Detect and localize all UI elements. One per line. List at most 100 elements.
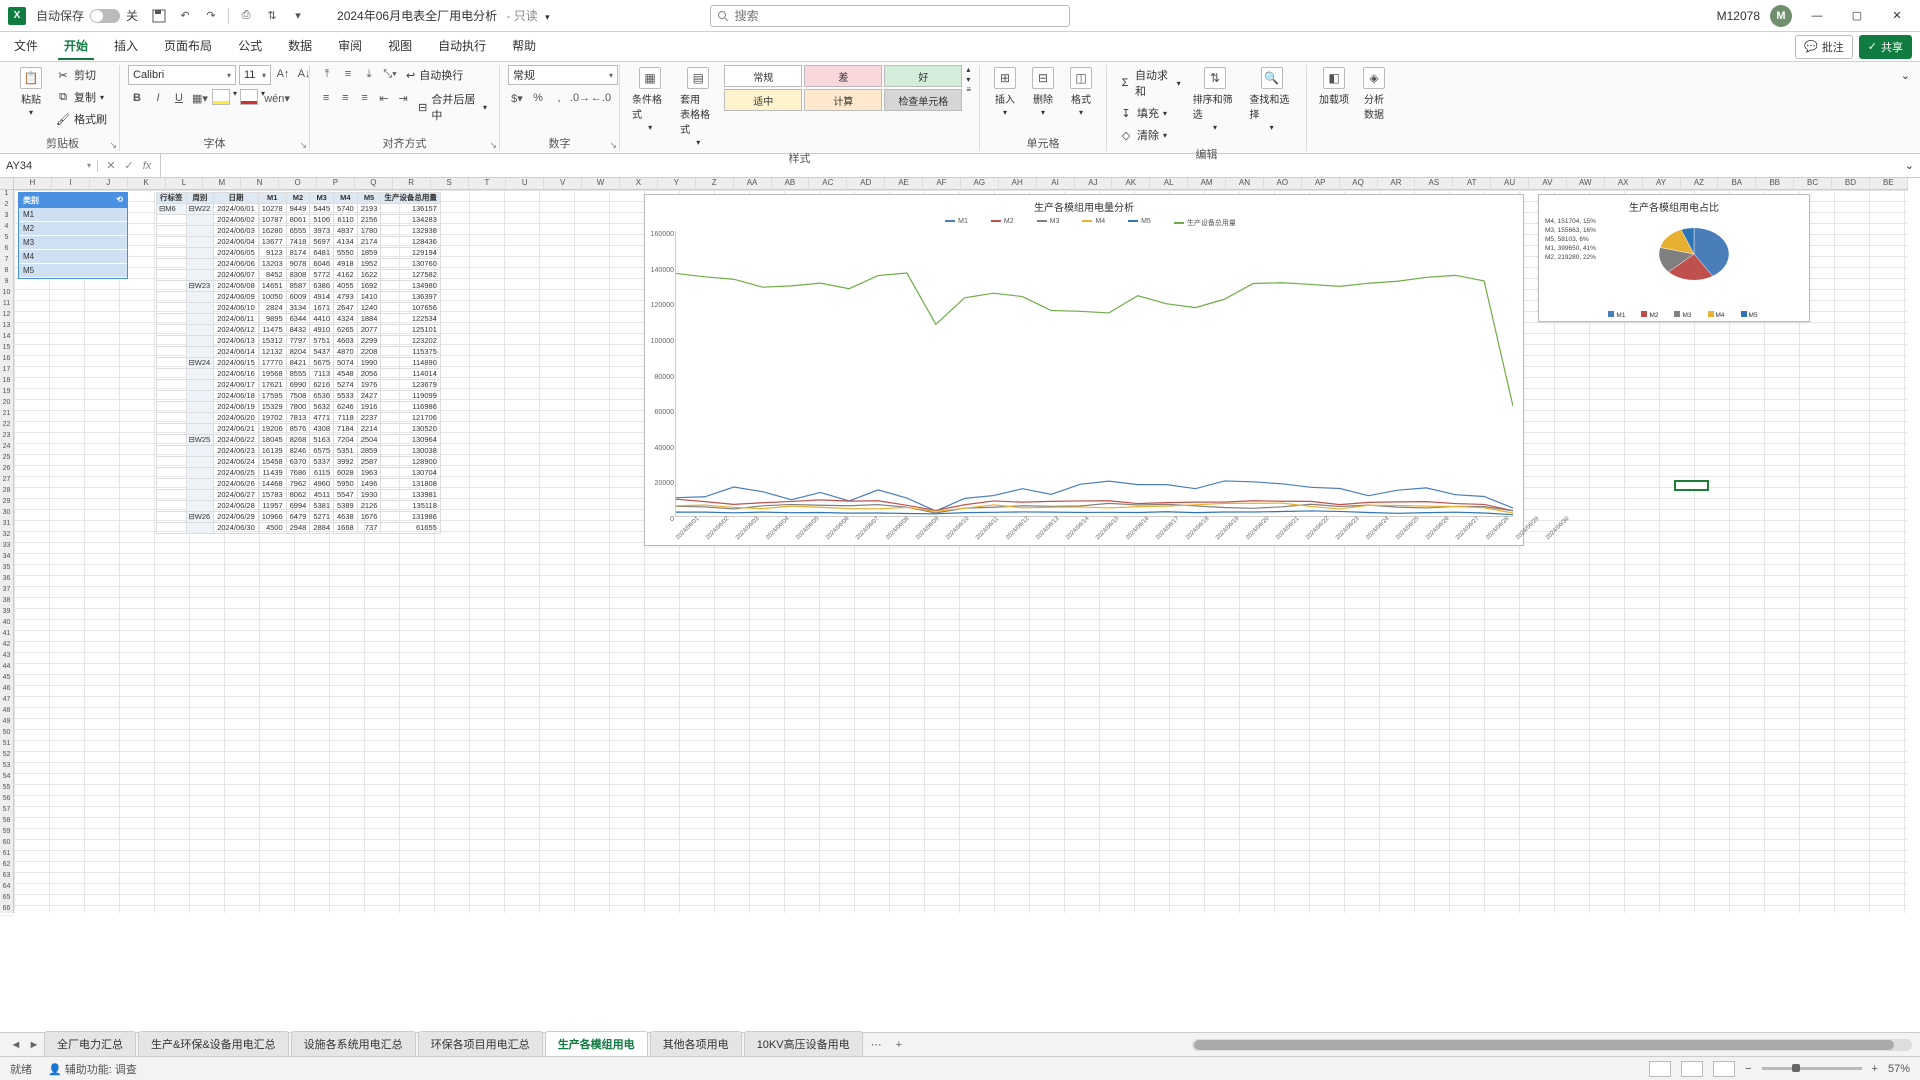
pivot-cell[interactable]: 6575 [310,446,334,457]
pivot-cell[interactable]: 14651 [258,281,286,292]
pivot-week[interactable] [186,226,214,237]
column-header[interactable]: AM [1188,178,1226,189]
pivot-cell[interactable]: 4603 [334,336,358,347]
pivot-cell[interactable]: 9123 [258,248,286,259]
pivot-week[interactable] [186,490,214,501]
column-header[interactable]: U [506,178,544,189]
style-swatch-2[interactable]: 好 [884,65,962,87]
indent-decrease-icon[interactable]: ⇤ [376,89,392,107]
decrease-decimal-icon[interactable]: ←.0 [592,89,610,107]
column-header[interactable]: N [241,178,279,189]
pivot-cell[interactable]: 10278 [258,204,286,215]
pivot-cell[interactable]: 5697 [310,237,334,248]
accounting-icon[interactable]: $▾ [508,89,526,107]
zoom-in-icon[interactable]: + [1872,1063,1878,1075]
row-header[interactable]: 51 [0,740,13,751]
pivot-date[interactable]: 2024/06/17 [214,380,259,391]
pivot-cell[interactable]: 135118 [381,501,441,512]
pivot-cell[interactable]: 8452 [258,270,286,281]
row-header[interactable]: 34 [0,553,13,564]
pivot-date[interactable]: 2024/06/22 [214,435,259,446]
pivot-cell[interactable]: 6344 [286,314,310,325]
pivot-cell[interactable]: 6479 [286,512,310,523]
pivot-cell[interactable]: 5389 [334,501,358,512]
tab-add[interactable]: + [890,1039,908,1051]
column-header[interactable]: BE [1870,178,1908,189]
column-header[interactable]: BA [1718,178,1756,189]
pivot-cell[interactable]: 7813 [286,413,310,424]
pivot-cell[interactable]: 6216 [310,380,334,391]
row-header[interactable]: 48 [0,707,13,718]
row-header[interactable]: 8 [0,267,13,278]
pivot-cell[interactable]: 3134 [286,303,310,314]
pivot-cell[interactable]: 134980 [381,281,441,292]
merge-center-button[interactable]: ⊟合并后居中▾ [414,89,491,125]
column-header[interactable]: Z [696,178,734,189]
increase-font-icon[interactable]: A↑ [274,65,292,83]
pivot-cell[interactable]: 15783 [258,490,286,501]
pivot-cell[interactable]: 5632 [310,402,334,413]
row-header[interactable]: 22 [0,421,13,432]
style-swatch-4[interactable]: 计算 [804,89,882,111]
pivot-date[interactable]: 2024/06/13 [214,336,259,347]
row-header[interactable]: 25 [0,454,13,465]
menu-item-6[interactable]: 审阅 [332,33,368,60]
pivot-header[interactable]: M1 [258,193,286,204]
paste-button[interactable]: 📋粘贴▾ [14,65,48,119]
pivot-cell[interactable]: 8062 [286,490,310,501]
column-header[interactable]: Q [355,178,393,189]
pivot-cell[interactable]: 15312 [258,336,286,347]
format-as-table-button[interactable]: ▤套用 表格格式▾ [676,65,720,149]
pivot-cell[interactable]: 4324 [334,314,358,325]
number-format-select[interactable]: 常规▾ [508,65,618,85]
font-name-select[interactable]: Calibri▾ [128,65,236,85]
pivot-cell[interactable]: 17770 [258,358,286,369]
pivot-date[interactable]: 2024/06/12 [214,325,259,336]
pivot-cell[interactable]: 1668 [334,523,358,534]
row-header[interactable]: 10 [0,289,13,300]
row-header[interactable]: 23 [0,432,13,443]
row-header[interactable]: 27 [0,476,13,487]
pivot-cell[interactable]: 6046 [310,259,334,270]
pivot-cell[interactable]: 5274 [334,380,358,391]
row-header[interactable]: 3 [0,212,13,223]
pivot-week[interactable] [186,259,214,270]
column-header[interactable]: BB [1756,178,1794,189]
column-header[interactable]: AC [809,178,847,189]
column-header[interactable]: AD [847,178,885,189]
pivot-cell[interactable]: 5271 [310,512,334,523]
column-header[interactable]: AL [1150,178,1188,189]
pivot-cell[interactable]: 116986 [381,402,441,413]
row-header[interactable]: 29 [0,498,13,509]
find-select-button[interactable]: 🔍查找和选择▾ [1245,65,1298,134]
tab-more[interactable]: ⋯ [865,1038,888,1051]
pivot-cell[interactable]: 2208 [357,347,381,358]
pivot-cell[interactable]: 8308 [286,270,310,281]
row-header[interactable]: 47 [0,696,13,707]
pivot-cell[interactable]: 5740 [334,204,358,215]
pivot-cell[interactable]: 2077 [357,325,381,336]
align-center-icon[interactable]: ≡ [337,89,353,107]
pivot-week[interactable] [186,325,214,336]
pivot-cell[interactable]: 2056 [357,369,381,380]
column-header[interactable]: H [14,178,52,189]
pivot-cell[interactable]: 4837 [334,226,358,237]
italic-button[interactable]: I [149,89,167,107]
row-header[interactable]: 9 [0,278,13,289]
pivot-cell[interactable]: 6115 [310,468,334,479]
cut-button[interactable]: ✂剪切 [52,65,111,85]
pivot-cell[interactable]: 7800 [286,402,310,413]
pivot-cell[interactable]: 7118 [334,413,358,424]
bold-button[interactable]: B [128,89,146,107]
row-header[interactable]: 61 [0,850,13,861]
dialog-launcher-icon[interactable]: ↘ [609,140,617,151]
underline-button[interactable]: U [170,89,188,107]
pivot-header[interactable]: 周别 [186,193,214,204]
pivot-cell[interactable]: 5950 [334,479,358,490]
pivot-cell[interactable]: 19206 [258,424,286,435]
row-header[interactable]: 31 [0,520,13,531]
row-header[interactable]: 52 [0,751,13,762]
row-header[interactable]: 58 [0,817,13,828]
row-header[interactable]: 56 [0,795,13,806]
column-header[interactable]: V [544,178,582,189]
